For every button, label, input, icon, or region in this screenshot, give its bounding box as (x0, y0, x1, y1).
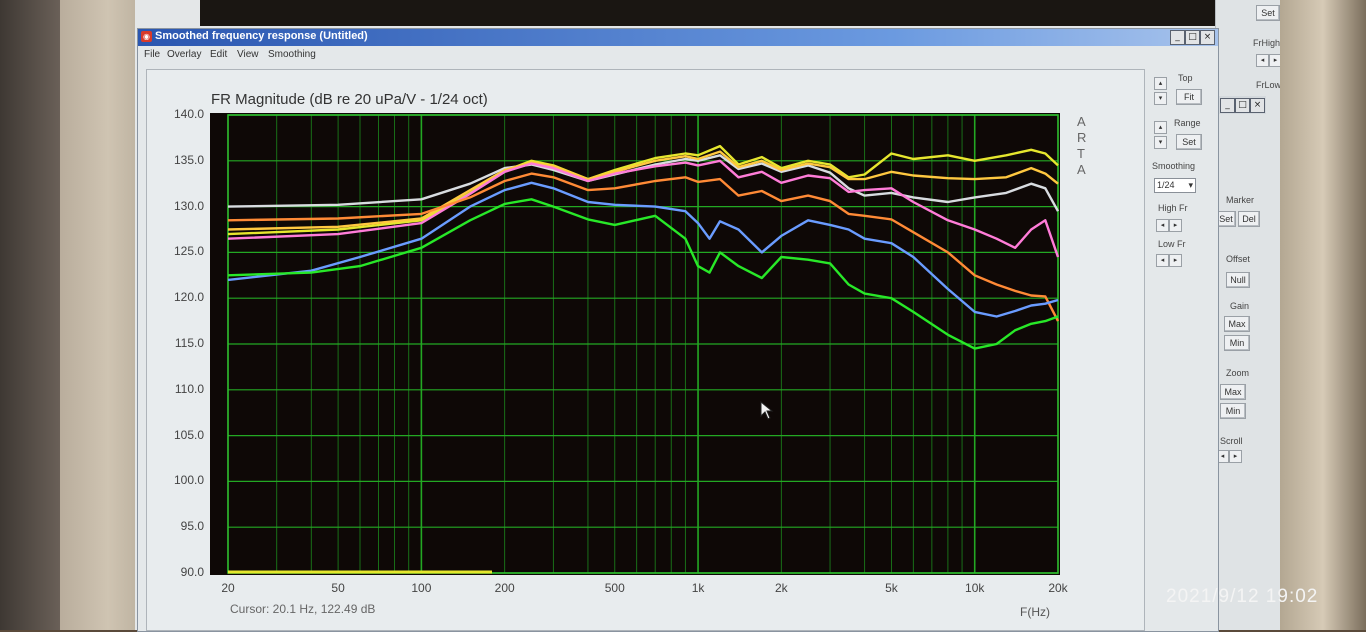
marker-label: Marker (1226, 195, 1255, 205)
frlow-label: FrLow (1256, 80, 1282, 90)
close-button[interactable]: × (1200, 30, 1215, 45)
app-icon: ◉ (141, 31, 152, 42)
series-line-4 (227, 159, 1060, 258)
gain-min-button[interactable]: Min (1224, 335, 1250, 351)
chevron-down-icon: ▾ (1188, 180, 1193, 190)
y-tick-label: 110.0 (174, 381, 204, 396)
range-down-arrow[interactable]: ▾ (1154, 136, 1167, 149)
y-tick-label: 125.0 (173, 244, 204, 259)
fit-button[interactable]: Fit (1176, 89, 1202, 105)
series-line-2 (227, 144, 1059, 236)
mouse-pointer-icon (760, 401, 774, 420)
range-label: Range (1174, 118, 1201, 128)
monitor-bezel-left (60, 0, 140, 630)
marker-del-button[interactable]: Del (1238, 211, 1260, 227)
title-bar[interactable]: ◉ Smoothed frequency response (Untitled)… (138, 29, 1218, 46)
range-up-arrow[interactable]: ▴ (1154, 121, 1167, 134)
photo-timestamp: 2021/9/12 19:02 (1166, 586, 1319, 607)
y-tick-label: 130.0 (173, 198, 204, 213)
minimize-button[interactable]: _ (1170, 30, 1185, 45)
range-set-button[interactable]: Set (1176, 134, 1202, 150)
smoothing-value: 1/24 (1157, 180, 1175, 190)
window-title: Smoothed frequency response (Untitled) (155, 30, 368, 42)
maximize-button[interactable]: □ (1185, 30, 1200, 45)
x-tick-label: 20 (221, 581, 235, 595)
x-tick-label: 1k (691, 581, 705, 595)
menu-edit[interactable]: Edit (210, 49, 227, 60)
smoothing-label: Smoothing (1152, 161, 1196, 171)
x-tick-label: 500 (604, 581, 625, 595)
chart-title: FR Magnitude (dB re 20 uPa/V - 1/24 oct) (211, 91, 488, 108)
arta-letter-t: T (1077, 146, 1085, 161)
low-fr-label: Low Fr (1158, 239, 1186, 249)
y-tick-label: 140.0 (173, 107, 204, 121)
top-up-arrow[interactable]: ▴ (1154, 77, 1167, 90)
x-tick-label: 50 (331, 581, 345, 595)
bg-window-buttons: _ □ × (1218, 96, 1266, 114)
series-line-7 (227, 198, 1059, 350)
offset-label: Offset (1226, 254, 1250, 264)
high-fr-label: High Fr (1158, 203, 1188, 213)
y-tick-label: 95.0 (180, 519, 204, 534)
x-tick-label: 200 (494, 581, 515, 595)
bg-close-button[interactable]: × (1250, 98, 1265, 113)
menu-smoothing[interactable]: Smoothing (268, 49, 316, 60)
low-fr-right-arrow[interactable]: ▸ (1169, 254, 1182, 267)
menu-file[interactable]: File (144, 49, 160, 60)
smoothing-select[interactable]: 1/24 ▾ (1154, 178, 1196, 193)
y-tick-label: 120.0 (173, 290, 204, 305)
low-fr-left-arrow[interactable]: ◂ (1156, 254, 1169, 267)
cursor-readout: Cursor: 20.1 Hz, 122.49 dB (230, 602, 376, 616)
y-tick-label: 115.0 (174, 336, 204, 350)
offset-null-button[interactable]: Null (1226, 272, 1250, 288)
plot-area[interactable] (210, 113, 1060, 575)
scroll-label: Scroll (1220, 436, 1243, 446)
menu-overlay[interactable]: Overlay (167, 49, 201, 60)
scroll-right-arrow[interactable]: ▸ (1229, 450, 1242, 463)
background-control-panel: Set FrHigh ◂ ▸ FrLow Marker Set Del Offs… (1215, 0, 1286, 630)
x-tick-label: 2k (774, 581, 788, 595)
zoom-min-button[interactable]: Min (1220, 403, 1246, 419)
y-tick-label: 100.0 (173, 473, 204, 488)
arta-watermark: A R T A (1077, 114, 1089, 178)
bg-minimize-button[interactable]: _ (1220, 98, 1235, 113)
zoom-max-button[interactable]: Max (1220, 384, 1246, 400)
high-fr-left-arrow[interactable]: ◂ (1156, 219, 1169, 232)
bg-set-button[interactable]: Set (1256, 5, 1280, 21)
high-fr-right-arrow[interactable]: ▸ (1169, 219, 1182, 232)
bg-maximize-button[interactable]: □ (1235, 98, 1250, 113)
top-label: Top (1178, 73, 1193, 83)
monitor-bezel-right (1280, 0, 1366, 630)
y-tick-label: 90.0 (180, 565, 204, 579)
x-axis-label: F(Hz) (1020, 605, 1050, 619)
arta-letter-a: A (1077, 114, 1086, 129)
top-down-arrow[interactable]: ▾ (1154, 92, 1167, 105)
background-window-plot (200, 0, 1250, 26)
x-tick-label: 100 (411, 581, 432, 595)
series-line-5 (227, 172, 1060, 322)
y-tick-label: 105.0 (173, 427, 204, 442)
arta-letter-r: R (1077, 130, 1087, 145)
x-tick-label: 5k (885, 581, 898, 595)
gain-max-button[interactable]: Max (1224, 316, 1250, 332)
marker-set-button[interactable]: Set (1216, 211, 1236, 227)
x-tick-label: 10k (965, 581, 985, 595)
zoom-label: Zoom (1226, 368, 1250, 378)
frhigh-left-arrow[interactable]: ◂ (1256, 54, 1269, 67)
menu-view[interactable]: View (237, 49, 259, 60)
arta-letter-a2: A (1077, 162, 1086, 177)
frequency-response-plot (227, 114, 1060, 574)
photo-wall (0, 0, 60, 630)
x-tick-label: 20k (1048, 581, 1068, 595)
y-tick-label: 135.0 (173, 152, 204, 167)
gain-label: Gain (1230, 301, 1250, 311)
menu-bar: File Overlay Edit View Smoothing (138, 47, 1218, 63)
frhigh-label: FrHigh (1253, 38, 1281, 48)
